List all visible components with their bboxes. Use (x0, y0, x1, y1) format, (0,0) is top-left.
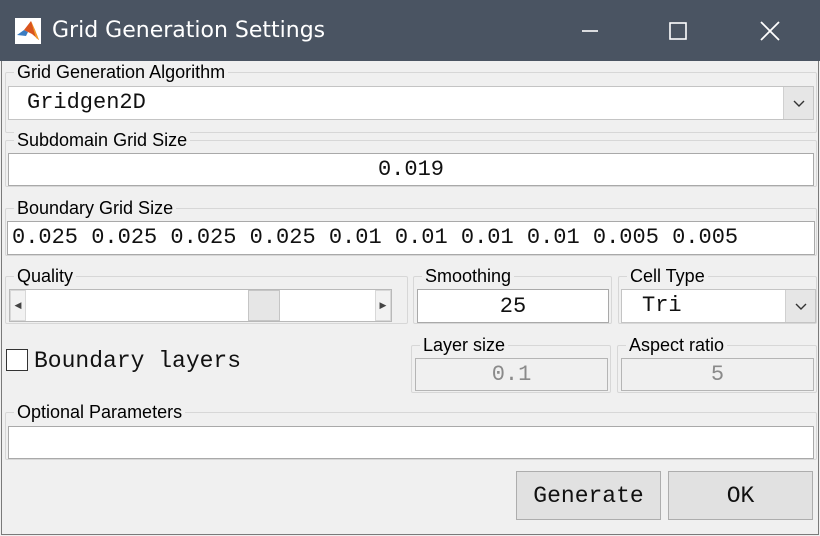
optional-parameters-input[interactable] (8, 426, 814, 459)
window-title: Grid Generation Settings (52, 18, 326, 43)
algorithm-group: Grid Generation Algorithm Gridgen2D (5, 62, 817, 133)
optional-group-label: Optional Parameters (14, 402, 186, 422)
algorithm-dropdown[interactable]: Gridgen2D (8, 86, 814, 120)
layer-size-group-label: Layer size (420, 335, 509, 355)
close-icon (760, 20, 780, 41)
quality-group: Quality ◀ ▶ (5, 266, 408, 324)
cell-type-selected: Tri (642, 293, 682, 318)
smoothing-group: Smoothing 25 (413, 266, 612, 324)
smoothing-group-label: Smoothing (422, 266, 515, 286)
cell-type-group: Cell Type Tri (618, 266, 817, 324)
minimize-button[interactable] (546, 0, 634, 61)
aspect-ratio-group: Aspect ratio 5 (617, 335, 817, 393)
algorithm-group-label: Grid Generation Algorithm (14, 62, 229, 82)
dialog-body: Grid Generation Algorithm Gridgen2D Subd… (1, 61, 819, 535)
subdomain-grid-size-input[interactable]: 0.019 (8, 153, 814, 186)
chevron-down-icon[interactable] (785, 290, 815, 322)
generate-button[interactable]: Generate (516, 471, 661, 520)
aspect-ratio-group-label: Aspect ratio (626, 335, 728, 355)
matlab-icon (15, 18, 41, 44)
maximize-icon (669, 21, 687, 40)
boundary-group-label: Boundary Grid Size (14, 198, 177, 218)
cell-type-dropdown[interactable]: Tri (621, 289, 816, 323)
minimize-icon (582, 29, 598, 32)
subdomain-group-label: Subdomain Grid Size (14, 130, 191, 150)
slider-thumb[interactable] (247, 290, 280, 321)
close-button[interactable] (726, 0, 814, 61)
ok-button[interactable]: OK (668, 471, 813, 520)
smoothing-input[interactable]: 25 (417, 289, 609, 323)
chevron-down-icon[interactable] (783, 87, 813, 119)
boundary-grid-size-input[interactable]: 0.025 0.025 0.025 0.025 0.01 0.01 0.01 0… (7, 221, 815, 255)
quality-slider[interactable]: ◀ ▶ (9, 289, 392, 322)
boundary-layers-checkbox[interactable] (6, 349, 28, 371)
algorithm-selected: Gridgen2D (27, 90, 146, 115)
slider-right-arrow-icon[interactable]: ▶ (375, 290, 391, 321)
quality-group-label: Quality (14, 266, 77, 286)
layer-size-input[interactable]: 0.1 (415, 358, 608, 391)
boundary-layers-label[interactable]: Boundary layers (34, 348, 241, 374)
title-bar[interactable]: Grid Generation Settings (0, 0, 820, 61)
maximize-button[interactable] (634, 0, 722, 61)
aspect-ratio-input[interactable]: 5 (621, 358, 814, 391)
subdomain-group: Subdomain Grid Size 0.019 (5, 130, 817, 187)
optional-group: Optional Parameters (5, 402, 817, 460)
boundary-group: Boundary Grid Size 0.025 0.025 0.025 0.0… (5, 198, 817, 256)
slider-left-arrow-icon[interactable]: ◀ (10, 290, 26, 321)
layer-size-group: Layer size 0.1 (411, 335, 611, 393)
cell-type-group-label: Cell Type (627, 266, 708, 286)
